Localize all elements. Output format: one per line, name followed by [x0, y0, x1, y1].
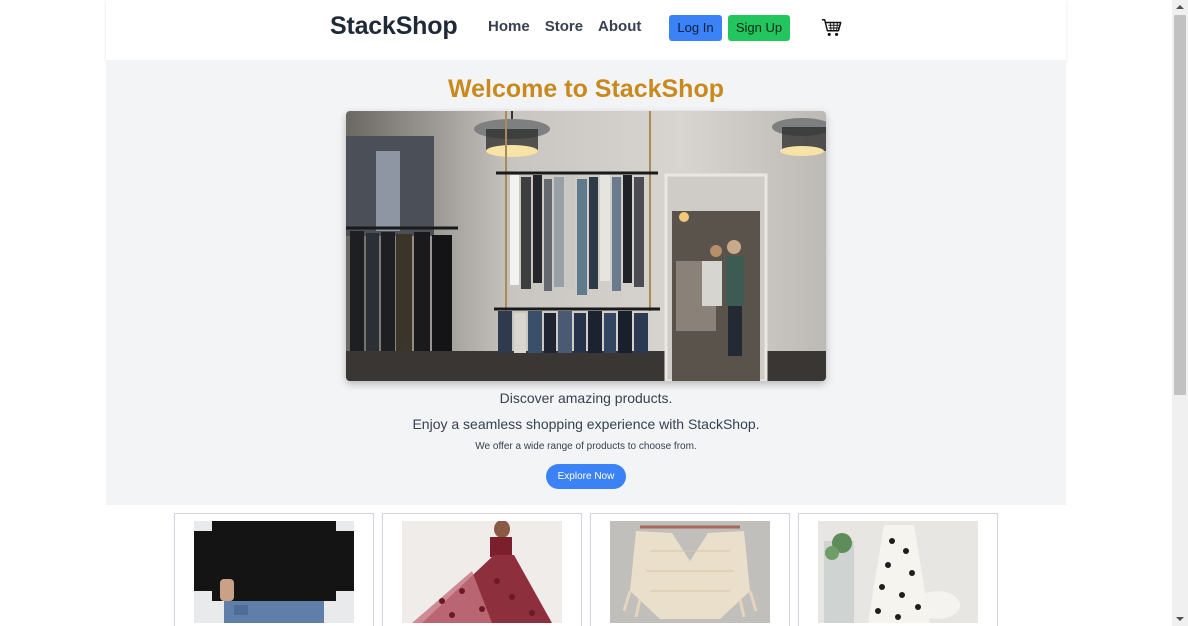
- product-card[interactable]: [798, 513, 998, 626]
- cart-icon[interactable]: [821, 17, 843, 39]
- product-card[interactable]: [590, 513, 790, 626]
- product-image[interactable]: [610, 521, 770, 623]
- product-image[interactable]: [402, 521, 562, 623]
- nav-store-link[interactable]: Store: [545, 18, 583, 35]
- login-button[interactable]: Log In: [669, 15, 722, 41]
- scrollbar-thumb[interactable]: [1174, 15, 1186, 395]
- explore-now-button[interactable]: Explore Now: [546, 464, 626, 489]
- hero-note: We offer a wide range of products to cho…: [475, 441, 697, 452]
- product-card[interactable]: [382, 513, 582, 626]
- scroll-down-arrow-icon[interactable]: [1172, 612, 1188, 626]
- brand-logo[interactable]: StackShop: [330, 12, 458, 41]
- navbar: StackShop Home Store About Log In Sign U…: [106, 0, 1066, 60]
- nav-about-link[interactable]: About: [598, 18, 641, 35]
- nav-home-link[interactable]: Home: [488, 18, 530, 35]
- signup-button[interactable]: Sign Up: [728, 15, 790, 41]
- page-scrollbar[interactable]: [1172, 0, 1188, 626]
- nav-links: Home Store About: [488, 18, 656, 35]
- product-image[interactable]: [194, 521, 354, 623]
- product-card[interactable]: [174, 513, 374, 626]
- scroll-up-arrow-icon[interactable]: [1172, 0, 1188, 14]
- hero-section: Welcome to StackShop Discover amazing pr…: [106, 60, 1066, 505]
- hero-subtitle: Discover amazing products.: [499, 390, 673, 406]
- hero-description: Enjoy a seamless shopping experience wit…: [412, 416, 760, 432]
- page: StackShop Home Store About Log In Sign U…: [0, 0, 1172, 626]
- clothing-store-illustration: [346, 111, 826, 381]
- hero-image: [346, 111, 826, 381]
- hero-title: Welcome to StackShop: [448, 75, 724, 103]
- product-image[interactable]: [818, 521, 978, 623]
